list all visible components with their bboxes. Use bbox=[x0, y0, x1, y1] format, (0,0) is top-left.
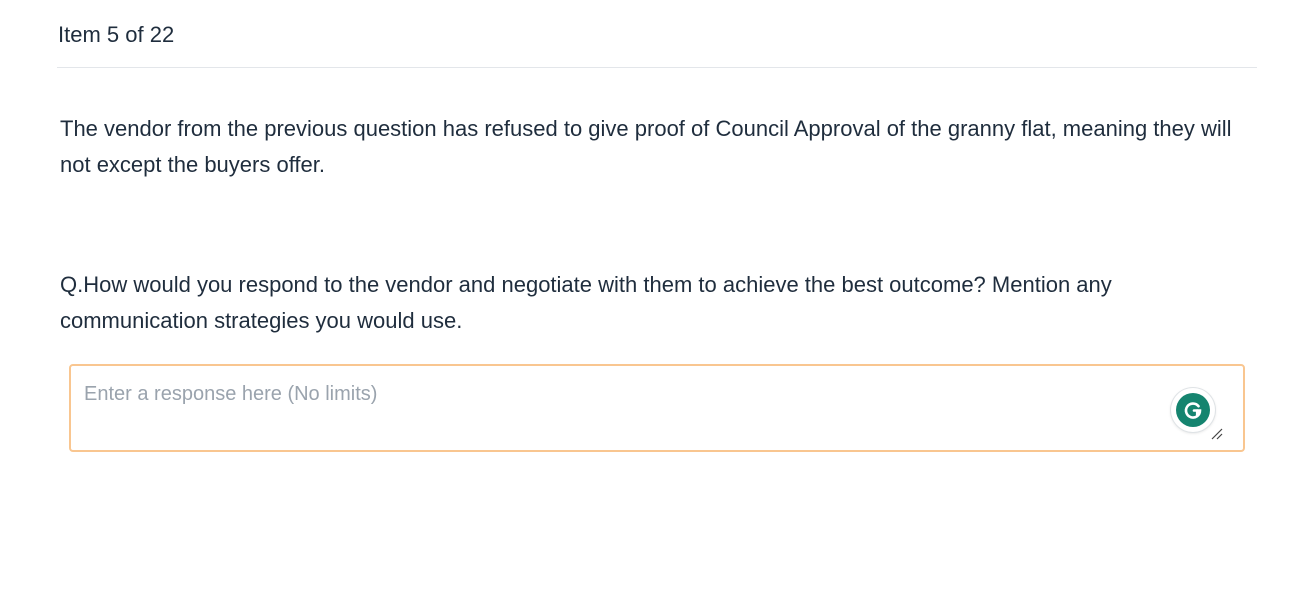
item-header: Item 5 of 22 bbox=[57, 0, 1257, 68]
quiz-page: Item 5 of 22 The vendor from the previou… bbox=[0, 0, 1297, 597]
grammarly-g-icon bbox=[1176, 393, 1210, 427]
resize-handle-icon[interactable] bbox=[1209, 426, 1223, 440]
item-counter: Item 5 of 22 bbox=[58, 22, 175, 47]
response-input[interactable] bbox=[71, 366, 1243, 450]
scenario-text: The vendor from the previous question ha… bbox=[60, 116, 1232, 177]
question-text: Q.How would you respond to the vendor an… bbox=[60, 272, 1112, 333]
response-field-container bbox=[69, 364, 1245, 452]
